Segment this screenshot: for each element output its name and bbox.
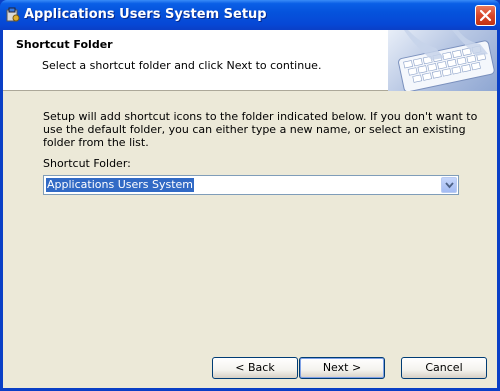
title-bar[interactable]: Applications Users System Setup	[0, 0, 500, 30]
keyboard-banner-image	[388, 30, 497, 91]
close-button[interactable]	[475, 5, 496, 26]
shortcut-folder-value[interactable]: Applications Users System	[46, 178, 195, 192]
page-title: Shortcut Folder	[16, 38, 113, 51]
cancel-button[interactable]: Cancel	[401, 357, 487, 379]
chevron-down-icon	[445, 182, 454, 189]
dropdown-button[interactable]	[441, 177, 457, 193]
instruction-text: Setup will add shortcut icons to the fol…	[43, 110, 478, 149]
shortcut-folder-label: Shortcut Folder:	[43, 157, 131, 170]
page-subtitle: Select a shortcut folder and click Next …	[42, 59, 322, 72]
back-button[interactable]: < Back	[212, 357, 298, 379]
page-header: Shortcut Folder Select a shortcut folder…	[3, 30, 497, 91]
window-title: Applications Users System Setup	[24, 7, 267, 22]
next-button[interactable]: Next >	[299, 357, 385, 379]
dialog-body: Shortcut Folder Select a shortcut folder…	[3, 30, 497, 388]
shortcut-folder-combobox[interactable]: Applications Users System	[43, 175, 459, 195]
installer-icon	[5, 7, 21, 23]
close-icon	[479, 9, 492, 22]
setup-window: Applications Users System Setup Shortcut…	[0, 0, 500, 391]
